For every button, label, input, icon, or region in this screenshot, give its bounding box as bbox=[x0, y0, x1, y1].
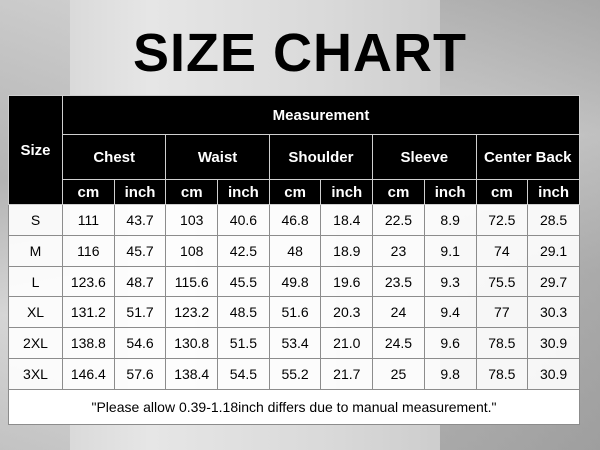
table-cell: 45.5 bbox=[217, 265, 270, 298]
table-cell: 78.5 bbox=[475, 327, 529, 360]
table-cell: 20.3 bbox=[320, 296, 374, 329]
table-row: XL 131.2 51.7 123.2 48.5 51.6 20.3 24 9.… bbox=[8, 296, 580, 329]
table-cell: 111 bbox=[62, 204, 115, 236]
table-row: S 111 43.7 103 40.6 46.8 18.4 22.5 8.9 7… bbox=[8, 204, 580, 236]
table-cell: 18.9 bbox=[320, 234, 374, 267]
table-cell: 40.6 bbox=[217, 204, 270, 236]
table-cell: 30.9 bbox=[527, 327, 580, 360]
table-cell: 48.5 bbox=[217, 296, 270, 329]
table-row: 3XL 146.4 57.6 138.4 54.5 55.2 21.7 25 9… bbox=[8, 358, 580, 390]
table-cell: 55.2 bbox=[268, 358, 322, 390]
table-cell: 72.5 bbox=[475, 204, 529, 236]
table-cell: 51.5 bbox=[217, 327, 270, 360]
table-row: 2XL 138.8 54.6 130.8 51.5 53.4 21.0 24.5… bbox=[8, 327, 580, 360]
table-cell: 23.5 bbox=[372, 265, 425, 298]
table-cell: 30.3 bbox=[527, 296, 580, 329]
table-cell: 9.6 bbox=[423, 327, 477, 360]
table-cell: 54.5 bbox=[217, 358, 270, 390]
table-cell: 29.1 bbox=[527, 234, 580, 267]
table-cell: 19.6 bbox=[320, 265, 374, 298]
size-label: 3XL bbox=[8, 358, 63, 390]
size-label: L bbox=[8, 265, 63, 298]
table-cell: 51.6 bbox=[268, 296, 322, 329]
size-label: S bbox=[8, 204, 63, 236]
unit-header-cm: cm bbox=[268, 179, 322, 205]
size-label: 2XL bbox=[8, 327, 63, 360]
table-cell: 23 bbox=[372, 234, 425, 267]
unit-header-inch: inch bbox=[320, 179, 374, 205]
unit-header-cm: cm bbox=[62, 179, 115, 205]
table-cell: 146.4 bbox=[62, 358, 115, 390]
table-cell: 78.5 bbox=[475, 358, 529, 390]
group-header-shoulder: Shoulder bbox=[268, 134, 374, 180]
table-cell: 74 bbox=[475, 234, 529, 267]
table-cell: 48 bbox=[268, 234, 322, 267]
table-cell: 24 bbox=[372, 296, 425, 329]
table-cell: 22.5 bbox=[372, 204, 425, 236]
table-cell: 75.5 bbox=[475, 265, 529, 298]
group-header-center-back: Center Back bbox=[475, 134, 580, 180]
unit-header-row: cm inch cm inch cm inch cm inch cm inch bbox=[9, 179, 580, 205]
page-title: SIZE CHART bbox=[133, 23, 467, 83]
table-cell: 21.7 bbox=[320, 358, 374, 390]
table-row: M 116 45.7 108 42.5 48 18.9 23 9.1 74 29… bbox=[8, 234, 580, 267]
table-cell: 130.8 bbox=[165, 327, 219, 360]
unit-header-cm: cm bbox=[475, 179, 529, 205]
table-cell: 9.1 bbox=[423, 234, 477, 267]
table-cell: 28.5 bbox=[527, 204, 580, 236]
unit-header-inch: inch bbox=[527, 179, 580, 205]
unit-header-inch: inch bbox=[217, 179, 270, 205]
group-header-sleeve: Sleeve bbox=[372, 134, 477, 180]
measurement-header: Measurement bbox=[62, 95, 580, 135]
table-cell: 30.9 bbox=[527, 358, 580, 390]
unit-header-inch: inch bbox=[423, 179, 477, 205]
table-cell: 108 bbox=[165, 234, 219, 267]
unit-header-inch: inch bbox=[113, 179, 167, 205]
table-cell: 25 bbox=[372, 358, 425, 390]
table-cell: 131.2 bbox=[62, 296, 115, 329]
group-header-waist: Waist bbox=[165, 134, 270, 180]
table-cell: 53.4 bbox=[268, 327, 322, 360]
table-cell: 8.9 bbox=[423, 204, 477, 236]
table-cell: 24.5 bbox=[372, 327, 425, 360]
table-cell: 116 bbox=[62, 234, 115, 267]
table-cell: 123.2 bbox=[165, 296, 219, 329]
table-cell: 138.8 bbox=[62, 327, 115, 360]
table-cell: 123.6 bbox=[62, 265, 115, 298]
unit-header-cm: cm bbox=[372, 179, 425, 205]
size-column-header: Size bbox=[8, 95, 63, 205]
table-cell: 29.7 bbox=[527, 265, 580, 298]
size-label: XL bbox=[8, 296, 63, 329]
table-cell: 54.6 bbox=[113, 327, 167, 360]
table-cell: 18.4 bbox=[320, 204, 374, 236]
table-cell: 43.7 bbox=[113, 204, 167, 236]
table-cell: 103 bbox=[165, 204, 219, 236]
size-label: M bbox=[8, 234, 63, 267]
table-cell: 51.7 bbox=[113, 296, 167, 329]
table-row: L 123.6 48.7 115.6 45.5 49.8 19.6 23.5 9… bbox=[8, 265, 580, 298]
table-cell: 48.7 bbox=[113, 265, 167, 298]
table-cell: 138.4 bbox=[165, 358, 219, 390]
table-cell: 46.8 bbox=[268, 204, 322, 236]
group-header-chest: Chest bbox=[61, 134, 167, 180]
table-cell: 77 bbox=[475, 296, 529, 329]
table-cell: 42.5 bbox=[217, 234, 270, 267]
table-cell: 9.8 bbox=[423, 358, 477, 390]
table-cell: 9.3 bbox=[423, 265, 477, 298]
table-cell: 21.0 bbox=[320, 327, 374, 360]
table-cell: 49.8 bbox=[268, 265, 322, 298]
measurement-note: "Please allow 0.39-1.18inch differs due … bbox=[8, 389, 580, 425]
unit-header-cm: cm bbox=[165, 179, 219, 205]
table-cell: 45.7 bbox=[113, 234, 167, 267]
table-cell: 9.4 bbox=[423, 296, 477, 329]
size-chart-table: Size Measurement Chest Waist Shoulder Sl… bbox=[8, 95, 580, 425]
table-cell: 115.6 bbox=[165, 265, 219, 298]
table-cell: 57.6 bbox=[113, 358, 167, 390]
